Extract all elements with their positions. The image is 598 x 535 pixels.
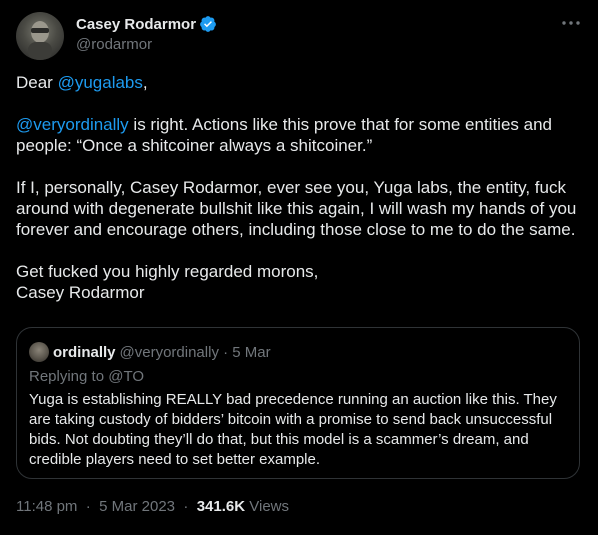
footer-separator-1: ·	[85, 498, 91, 515]
quoted-separator-wrap: ·	[219, 344, 232, 361]
tweet-date[interactable]: 5 Mar 2023	[99, 498, 175, 515]
tweet-header: Casey Rodarmor @rodarmor	[16, 12, 582, 60]
tweet-closing-line: Get fucked you highly regarded morons,	[16, 262, 319, 281]
quoted-tweet[interactable]: ordinally @veryordinally · 5 Mar Replyin…	[16, 327, 580, 479]
footer-separator-1-wrap: ·	[82, 498, 95, 515]
tweet-salutation: Dear @yugalabs,	[16, 72, 582, 93]
tweet-paragraph-1: @veryordinally is right. Actions like th…	[16, 114, 582, 156]
quoted-tweet-text: Yuga is establishing REALLY bad preceden…	[29, 391, 557, 468]
quoted-author-avatar	[29, 342, 49, 362]
quoted-replying-to: Replying to @TO	[29, 368, 144, 385]
salutation-suffix: ,	[142, 73, 148, 92]
author-display-name[interactable]: Casey Rodarmor	[76, 16, 196, 33]
quoted-separator: ·	[223, 343, 229, 361]
author-avatar[interactable]	[16, 12, 64, 60]
views-label: Views	[249, 498, 289, 515]
tweet-footer: 11:48 pm · 5 Mar 2023 · 341.6K Views	[16, 498, 289, 515]
verified-badge-icon	[200, 16, 216, 32]
mention-link-yugalabs[interactable]: @yugalabs	[58, 73, 143, 92]
quoted-author-name: ordinally	[53, 343, 116, 361]
tweet-signature: Casey Rodarmor	[16, 283, 145, 302]
tweet-paragraph-2: If I, personally, Casey Rodarmor, ever s…	[16, 178, 577, 239]
quoted-author-handle: @veryordinally	[119, 343, 219, 361]
salutation-prefix: Dear	[16, 73, 58, 92]
tweet-text: Dear @yugalabs, @veryordinally is right.…	[16, 72, 582, 303]
quoted-date: 5 Mar	[232, 343, 271, 361]
more-horizontal-icon[interactable]	[560, 14, 582, 32]
quoted-tweet-header: ordinally @veryordinally · 5 Mar	[29, 342, 271, 362]
views-count[interactable]: 341.6K	[197, 498, 245, 515]
author-names: Casey Rodarmor @rodarmor	[76, 14, 217, 53]
footer-separator-2-wrap: ·	[179, 498, 192, 515]
avatar-photo	[28, 21, 52, 60]
footer-separator-2: ·	[183, 498, 189, 515]
tweet: Casey Rodarmor @rodarmor Dear @yugalabs,…	[0, 0, 598, 535]
mention-link-veryordinally[interactable]: @veryordinally	[16, 115, 129, 134]
tweet-time[interactable]: 11:48 pm	[16, 498, 77, 515]
author-handle[interactable]: @rodarmor	[76, 36, 217, 53]
